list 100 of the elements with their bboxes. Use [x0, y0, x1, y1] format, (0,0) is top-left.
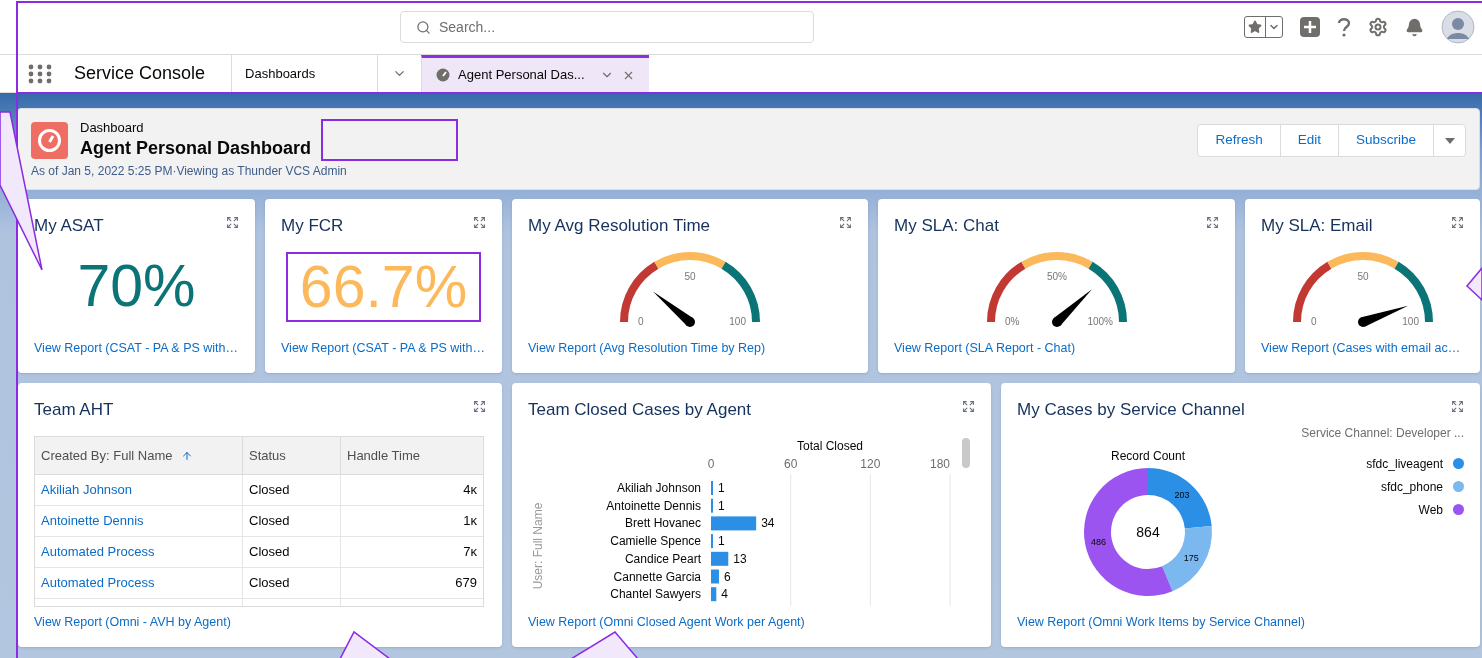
bar-value-label: 34	[761, 516, 775, 531]
column-header[interactable]: Handle Time	[341, 437, 483, 474]
gauge-arc-low	[986, 261, 1026, 323]
gauge-arc-mid	[654, 252, 726, 269]
view-report-link[interactable]: View Report (SLA Report - Chat)	[894, 340, 1219, 356]
table-cell-text: 679	[455, 574, 477, 593]
gauge-arc-high	[1087, 261, 1127, 323]
donut-slice[interactable]	[1148, 468, 1212, 529]
expand-icon[interactable]	[473, 216, 486, 229]
gauge-max-label: 100	[1401, 316, 1419, 327]
name-link[interactable]: Automated Process	[41, 542, 155, 562]
bar[interactable]	[711, 587, 717, 602]
search-field[interactable]: Search...	[400, 11, 814, 43]
donut-slice[interactable]	[1084, 468, 1173, 596]
gauge-mid-label: 50%	[1046, 271, 1067, 282]
sort-ascending-icon[interactable]	[180, 449, 193, 462]
table-cell-text: 1ᴋ	[463, 512, 477, 531]
gauge-max-label: 100	[729, 316, 746, 327]
expand-icon[interactable]	[839, 216, 852, 229]
notifications-icon[interactable]	[1405, 17, 1424, 37]
category-label: Candice Peart	[624, 551, 701, 566]
category-label: Brett Hovanec	[624, 516, 701, 531]
bar[interactable]	[711, 551, 729, 566]
table-cell-text: Closed	[249, 512, 290, 531]
legend-label: sfdc_liveagent	[1366, 455, 1443, 473]
bar-value-label: 1	[718, 498, 725, 513]
name-link[interactable]: Akiliah Johnson	[41, 480, 133, 500]
gauge-min-label: 0%	[1004, 316, 1019, 327]
caret-icon	[1444, 137, 1455, 144]
metric-value: 70%	[77, 258, 196, 314]
bar-value-label: 1	[718, 481, 725, 495]
axis-tick-label: 180	[929, 457, 950, 471]
column-header[interactable]: Created By: Full Name	[35, 437, 243, 474]
gauge-arc-high	[1393, 261, 1433, 323]
bar-value-label: 4	[721, 587, 728, 602]
gauge-needle	[653, 291, 695, 327]
view-report-link[interactable]: View Report (Avg Resolution Time by Rep)	[528, 340, 852, 356]
donut-total: 864	[1136, 524, 1160, 540]
legend-label: Web	[1418, 501, 1443, 519]
slice-value-label: 175	[1183, 553, 1199, 564]
gauge-min-label: 0	[638, 316, 644, 327]
card-title: My Cases by Service Channel	[1017, 400, 1245, 420]
bar-value-label: 6	[723, 569, 731, 584]
donut-slice[interactable]	[1162, 525, 1212, 592]
category-label: Akiliah Johnson	[616, 481, 701, 495]
header-action-button[interactable]: Subscribe	[1338, 125, 1434, 156]
star-icon	[1248, 20, 1262, 34]
name-link[interactable]: Automated Process	[41, 573, 155, 593]
avatar[interactable]	[1441, 10, 1475, 44]
card-title: My Avg Resolution Time	[528, 216, 711, 236]
gauge-max-label: 100%	[1086, 316, 1113, 327]
category-label: Chantel Sawyers	[610, 587, 701, 602]
header-action-button[interactable]: Edit	[1280, 125, 1339, 156]
dashboard-subtitle: As of Jan 5, 2022 5:25 PM·Viewing as Thunder VCS Admin	[31, 163, 348, 180]
chart-title: Record Count	[1111, 449, 1185, 463]
gauge-arc-low	[620, 261, 659, 323]
view-report-link[interactable]: View Report (CSAT - PA & PS with…	[34, 340, 239, 356]
expand-icon[interactable]	[1451, 400, 1464, 413]
scrollbar[interactable]	[962, 438, 970, 468]
dashboard-tab-icon	[436, 68, 451, 82]
table-cell-text: 4ᴋ	[463, 481, 477, 500]
name-link[interactable]: Antoinette Dennis	[41, 511, 144, 531]
gauge-arc-mid	[1021, 252, 1092, 269]
view-report-link[interactable]: View Report (Omni Work Items by Service Channel)	[1017, 614, 1464, 630]
axis-tick-label: 120	[860, 457, 881, 471]
gauge-mid-label: 50	[684, 271, 696, 282]
view-report-link[interactable]: View Report (Omni Closed Agent Work per Agent)	[528, 614, 975, 630]
metric-value: 66.7%	[299, 259, 468, 315]
dashboard-title: Agent Personal Dashboard	[80, 137, 312, 160]
card-title: Team AHT	[34, 400, 114, 420]
favorites-button[interactable]	[1244, 16, 1283, 38]
bar[interactable]	[711, 516, 757, 531]
card-title: My SLA: Chat	[894, 216, 999, 236]
search-icon	[416, 20, 431, 35]
table-cell-text: 7ᴋ	[463, 543, 477, 562]
category-label: Antoinette Dennis	[606, 498, 701, 513]
card-title: My FCR	[281, 216, 344, 236]
legend-label: sfdc_phone	[1380, 478, 1443, 496]
settings-icon[interactable]	[1368, 17, 1388, 37]
column-header[interactable]: Status	[243, 437, 341, 474]
gauge-arc-low	[1292, 261, 1332, 323]
expand-icon[interactable]	[1206, 216, 1219, 229]
expand-icon[interactable]	[1451, 216, 1464, 229]
console-tab[interactable]: Agent Personal Das...	[421, 55, 650, 92]
bar-value-label: 1	[718, 534, 725, 549]
bar-value-label: 13	[733, 551, 747, 566]
help-icon[interactable]	[1337, 17, 1351, 37]
add-icon[interactable]	[1300, 17, 1320, 37]
axis-tick-label: 60	[784, 457, 798, 471]
table-cell-text: Closed	[249, 481, 290, 500]
view-report-link[interactable]: View Report (Omni - AVH by Agent)	[34, 614, 486, 630]
callout-pointer	[1465, 265, 1482, 302]
view-report-link[interactable]: View Report (CSAT - PA & PS with…	[281, 340, 486, 356]
header-action-button[interactable]: Refresh	[1198, 125, 1281, 156]
app-launcher-icon[interactable]	[28, 63, 52, 84]
expand-icon[interactable]	[226, 216, 239, 229]
expand-icon[interactable]	[473, 400, 486, 413]
expand-icon[interactable]	[962, 400, 975, 413]
axis-label: User: Full Name	[531, 502, 545, 590]
view-report-link[interactable]: View Report (Cases with email ac…	[1261, 340, 1464, 356]
